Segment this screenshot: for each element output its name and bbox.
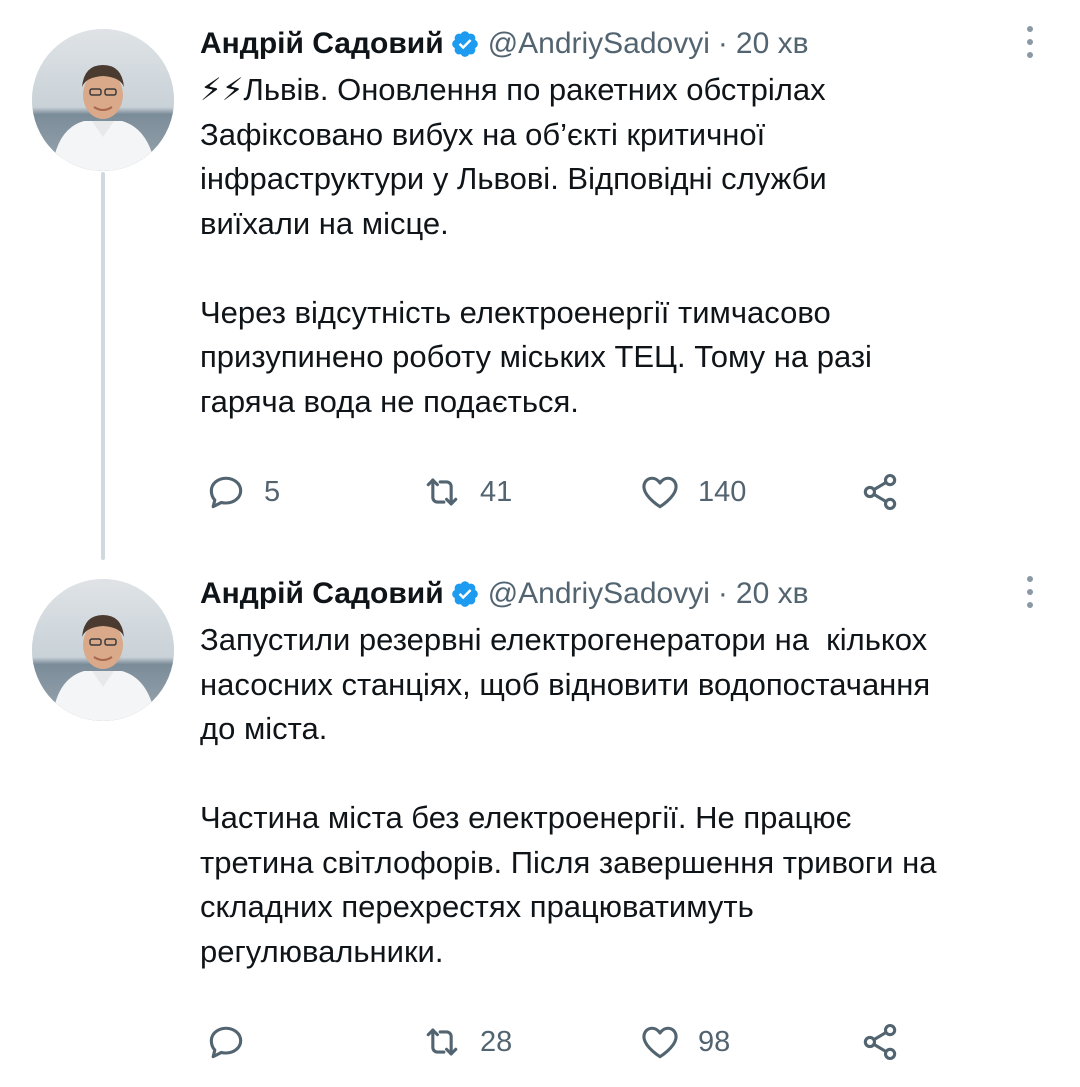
- retweet-icon: [426, 478, 458, 506]
- retweet-count: 28: [480, 1025, 513, 1058]
- tweet-header: Андрій Садовий @AndriySadovyi · 20 хв: [200, 572, 809, 616]
- retweet-icon: [426, 1028, 458, 1056]
- verified-badge-icon: [451, 31, 478, 57]
- tweet[interactable]: Андрій Садовий @AndriySadovyi · 20 хв ⚡⚡…: [0, 0, 1080, 550]
- verified-badge-icon: [451, 581, 478, 607]
- tweet-text: Запустили резервні електрогенератори на …: [200, 622, 937, 969]
- like-count: 98: [698, 1025, 731, 1058]
- retweet-button[interactable]: 41: [420, 470, 512, 514]
- avatar-photo: [32, 29, 174, 171]
- tweet-text: ⚡⚡Львів. Оновлення по ракетних обстрілах…: [200, 72, 872, 419]
- author-handle[interactable]: @AndriySadovyi: [488, 577, 710, 611]
- share-icon: [863, 473, 897, 511]
- more-options-icon[interactable]: [1024, 26, 1036, 62]
- timestamp[interactable]: 20 хв: [736, 27, 809, 61]
- separator-dot: ·: [717, 27, 728, 60]
- avatar[interactable]: [32, 579, 174, 721]
- like-icon: [642, 1026, 678, 1059]
- avatar-photo: [32, 579, 174, 721]
- avatar[interactable]: [32, 29, 174, 171]
- reply-icon: [209, 1026, 243, 1059]
- tweet-header: Андрій Садовий @AndriySadovyi · 20 хв: [200, 22, 809, 66]
- tweet-actions: 28 98: [200, 1020, 1020, 1064]
- share-button[interactable]: [858, 470, 902, 514]
- like-button[interactable]: 140: [638, 470, 746, 514]
- like-icon: [642, 476, 678, 509]
- author-name[interactable]: Андрій Садовий: [200, 27, 444, 61]
- separator-dot: ·: [717, 577, 728, 610]
- like-count: 140: [698, 475, 747, 508]
- reply-button[interactable]: 5: [204, 470, 280, 514]
- retweet-count: 41: [480, 475, 513, 508]
- share-button[interactable]: [858, 1020, 902, 1064]
- timestamp[interactable]: 20 хв: [736, 577, 809, 611]
- share-icon: [863, 1023, 897, 1061]
- reply-button[interactable]: [204, 1020, 264, 1064]
- reply-count: 5: [264, 475, 281, 508]
- tweet[interactable]: Андрій Садовий @AndriySadovyi · 20 хв За…: [0, 550, 1080, 1087]
- like-button[interactable]: 98: [638, 1020, 730, 1064]
- more-options-icon[interactable]: [1024, 576, 1036, 612]
- author-name[interactable]: Андрій Садовий: [200, 577, 444, 611]
- author-handle[interactable]: @AndriySadovyi: [488, 27, 710, 61]
- retweet-button[interactable]: 28: [420, 1020, 512, 1064]
- reply-icon: [209, 476, 243, 509]
- tweet-actions: 5 41 140: [200, 470, 1020, 514]
